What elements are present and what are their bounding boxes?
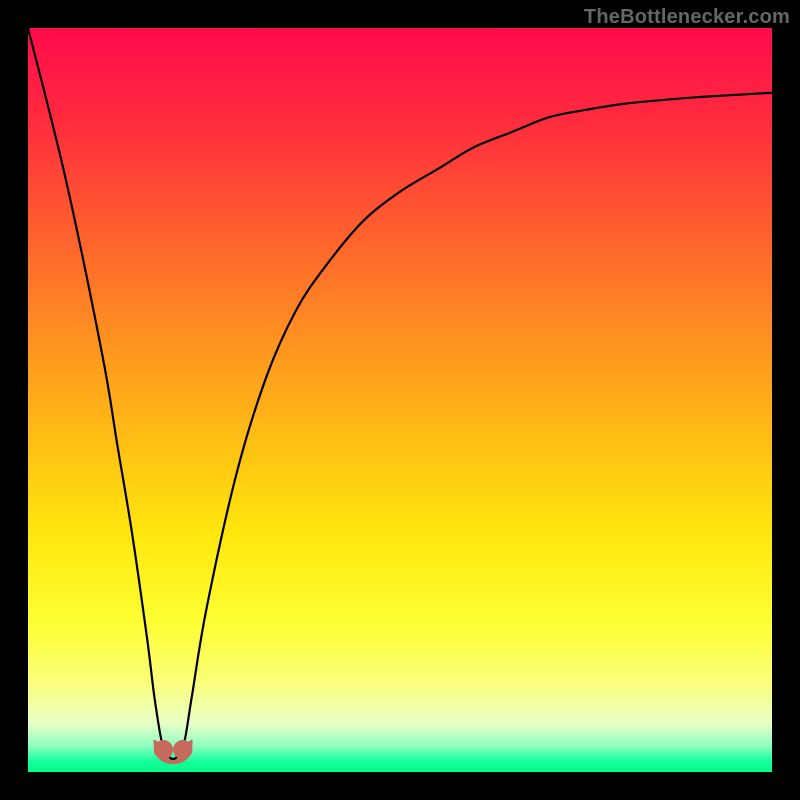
valley-right-marker <box>173 740 192 759</box>
valley-left-marker <box>154 740 173 759</box>
plot-area <box>28 28 772 772</box>
gradient-background <box>28 28 772 772</box>
bottleneck-chart-svg <box>28 28 772 772</box>
watermark-text: TheBottlenecker.com <box>584 6 790 29</box>
chart-frame: TheBottlenecker.com <box>0 0 800 800</box>
